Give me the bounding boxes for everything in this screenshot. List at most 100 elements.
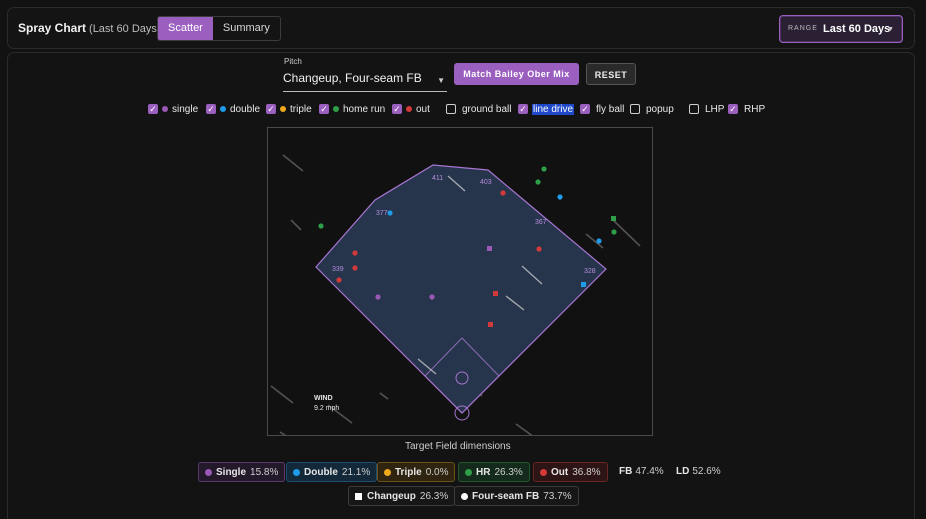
single-marker <box>375 294 381 300</box>
legend-pct: 21.1% <box>341 466 371 478</box>
checkbox-icon[interactable] <box>689 104 699 114</box>
stat-fb: FB 47.4% <box>619 466 664 477</box>
stat-pct: 47.4% <box>635 466 664 477</box>
checkbox-icon[interactable]: ✓ <box>392 104 402 114</box>
filter-ground-ball[interactable]: ground ball <box>446 102 511 116</box>
legend-double: Double 21.1% <box>286 462 378 482</box>
legend-label: HR <box>476 466 491 478</box>
home-run-dot-icon <box>333 106 339 112</box>
checkbox-icon[interactable]: ✓ <box>580 104 590 114</box>
filter-label: ground ball <box>462 103 512 115</box>
match-mix-button[interactable]: Match Bailey Ober Mix <box>454 63 579 85</box>
legend-pct: 73.7% <box>543 490 572 502</box>
double-marker <box>387 210 393 216</box>
out-marker <box>336 277 342 283</box>
wind-label: WIND <box>314 395 333 402</box>
chevron-down-icon: ▼ <box>887 26 894 33</box>
spray-field-svg: 339 377 411 403 367 328 WIND 9.2 mph <box>270 154 641 435</box>
circle-icon <box>461 492 468 500</box>
legend-single: Single 15.8% <box>198 462 286 482</box>
filter-label: triple <box>290 103 312 115</box>
out-marker <box>352 265 358 271</box>
legend-changeup: Changeup 26.3% <box>348 486 456 506</box>
checkbox-icon[interactable]: ✓ <box>728 104 738 114</box>
out-dot-icon <box>406 106 412 112</box>
filter-label: line drive <box>532 103 575 115</box>
filter-single[interactable]: ✓ single <box>148 102 198 116</box>
filter-double[interactable]: ✓ double <box>206 102 260 116</box>
filter-rhp[interactable]: ✓ RHP <box>728 102 765 116</box>
home-run-marker <box>535 179 541 185</box>
checkbox-icon[interactable]: ✓ <box>266 104 276 114</box>
chevron-down-icon: ▼ <box>437 76 445 85</box>
distance-rf: 328 <box>584 268 596 275</box>
double-dot-icon <box>293 468 300 476</box>
stat-pct: 52.6% <box>692 466 721 477</box>
filter-label: LHP <box>705 103 725 115</box>
double-marker <box>557 194 563 200</box>
out-marker <box>536 246 542 252</box>
legend-hr: HR 26.3% <box>458 462 530 482</box>
legend-pct: 15.8% <box>250 466 279 478</box>
legend-pct: 36.8% <box>572 466 601 478</box>
legend-triple: Triple 0.0% <box>377 462 456 482</box>
legend-pct: 0.0% <box>425 466 449 478</box>
filter-lhp[interactable]: LHP <box>689 102 724 116</box>
legend-four-seam: Four-seam FB 73.7% <box>454 486 579 506</box>
distance-rcf-top: 403 <box>480 179 492 186</box>
filter-label: single <box>172 103 199 115</box>
filter-label: popup <box>646 103 674 115</box>
field-caption: Target Field dimensions <box>405 441 511 452</box>
single-marker <box>429 294 435 300</box>
pitch-label: Pitch <box>284 57 302 66</box>
legend-pct: 26.3% <box>494 466 523 478</box>
tab-scatter[interactable]: Scatter <box>158 17 213 40</box>
checkbox-icon[interactable] <box>630 104 640 114</box>
home-run-marker <box>318 223 324 229</box>
out-dot-icon <box>540 468 547 476</box>
distance-lcf: 377 <box>376 210 388 217</box>
out-marker <box>352 250 358 256</box>
checkbox-icon[interactable]: ✓ <box>518 104 528 114</box>
page-title: Spray Chart (Last 60 Days) <box>18 21 161 35</box>
tab-summary[interactable]: Summary <box>213 17 280 40</box>
legend-label: Triple <box>395 466 422 478</box>
distance-rcf: 367 <box>535 219 547 226</box>
home-run-marker <box>611 216 616 221</box>
distance-lf: 339 <box>332 266 344 273</box>
filter-home-run[interactable]: ✓ home run <box>319 102 385 116</box>
checkbox-icon[interactable] <box>446 104 456 114</box>
wind-value: 9.2 mph <box>314 405 339 412</box>
checkbox-icon[interactable]: ✓ <box>148 104 158 114</box>
home-run-dot-icon <box>465 468 472 476</box>
range-select[interactable]: RANGE Last 60 Days ▼ <box>779 15 903 43</box>
triple-dot-icon <box>384 468 391 476</box>
stat-label: LD <box>676 466 690 477</box>
filter-popup[interactable]: popup <box>630 102 674 116</box>
legend-label: Changeup <box>367 490 416 502</box>
filter-fly-ball[interactable]: ✓ fly ball <box>580 102 624 116</box>
triple-dot-icon <box>280 106 286 112</box>
header-bar: Spray Chart (Last 60 Days) Scatter Summar… <box>7 7 915 49</box>
filter-label: RHP <box>744 103 766 115</box>
filter-label: fly ball <box>596 103 625 115</box>
filter-line-drive[interactable]: ✓ line drive <box>518 102 575 116</box>
double-dot-icon <box>220 106 226 112</box>
out-marker <box>488 322 493 327</box>
home-run-marker <box>611 229 617 235</box>
pitch-select-value: Changeup, Four-seam FB <box>283 71 422 85</box>
view-toggle: Scatter Summary <box>157 16 281 41</box>
filter-out[interactable]: ✓ out <box>392 102 430 116</box>
pitch-select[interactable]: Changeup, Four-seam FB ▼ <box>283 69 447 92</box>
out-marker <box>493 291 498 296</box>
range-value: Last 60 Days <box>823 23 891 35</box>
filter-triple[interactable]: ✓ triple <box>266 102 312 116</box>
double-marker <box>596 238 602 244</box>
reset-button[interactable]: RESET <box>586 63 636 85</box>
stat-label: FB <box>619 466 633 477</box>
checkbox-icon[interactable]: ✓ <box>319 104 329 114</box>
checkbox-icon[interactable]: ✓ <box>206 104 216 114</box>
legend-label: Four-seam FB <box>472 490 540 502</box>
single-marker <box>487 246 492 251</box>
range-label: RANGE <box>788 25 818 32</box>
